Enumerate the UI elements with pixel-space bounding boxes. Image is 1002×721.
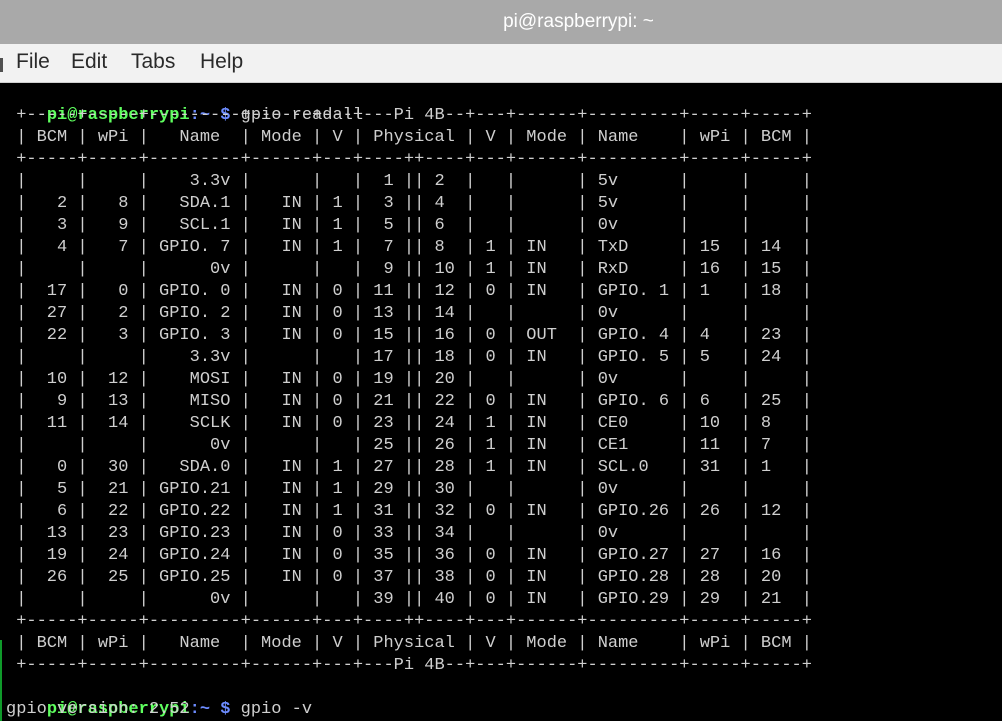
table-row: | | | 0v | | | 25 || 26 | 1 | IN | CE1 |… <box>6 436 812 455</box>
terminal-area[interactable]: pi@raspberrypi:~ $ gpio readall +-----+-… <box>0 83 1002 721</box>
table-row: | 5 | 21 | GPIO.21 | IN | 1 | 29 || 30 |… <box>6 480 812 499</box>
menu-item-tabs[interactable]: Tabs <box>131 48 175 76</box>
window-titlebar[interactable]: pi@raspberrypi: ~ <box>0 0 1002 44</box>
window-edge-mark <box>0 58 3 72</box>
prompt-path: :~ <box>189 700 211 719</box>
table-row: | 27 | 2 | GPIO. 2 | IN | 0 | 13 || 14 |… <box>6 304 812 323</box>
table-row: | 11 | 14 | SCLK | IN | 0 | 23 || 24 | 1… <box>6 414 812 433</box>
menu-item-edit[interactable]: Edit <box>71 48 107 76</box>
table-top-border: +-----+-----+---------+------+---+---Pi … <box>6 106 812 125</box>
prompt-symbol: $ <box>210 700 241 719</box>
table-row: | 2 | 8 | SDA.1 | IN | 1 | 3 || 4 | | | … <box>6 194 812 213</box>
prompt-line-1: pi@raspberrypi:~ $ gpio readall <box>6 83 363 125</box>
table-row: | 10 | 12 | MOSI | IN | 0 | 19 || 20 | |… <box>6 370 812 389</box>
table-header: | BCM | wPi | Name | Mode | V | Physical… <box>6 128 812 147</box>
table-separator: +-----+-----+---------+------+---+----++… <box>6 150 812 169</box>
menu-item-file[interactable]: File <box>16 48 50 76</box>
table-row: | 4 | 7 | GPIO. 7 | IN | 1 | 7 || 8 | 1 … <box>6 238 812 257</box>
table-row: | | | 3.3v | | | 1 || 2 | | | 5v | | | <box>6 172 812 191</box>
table-row: | 6 | 22 | GPIO.22 | IN | 1 | 31 || 32 |… <box>6 502 812 521</box>
menu-item-help[interactable]: Help <box>200 48 243 76</box>
table-separator: +-----+-----+---------+------+---+----++… <box>6 612 812 631</box>
table-row: | 13 | 23 | GPIO.23 | IN | 0 | 33 || 34 … <box>6 524 812 543</box>
table-row: | 9 | 13 | MISO | IN | 0 | 21 || 22 | 0 … <box>6 392 812 411</box>
prompt-line-2: pi@raspberrypi:~ $ gpio -v <box>6 677 312 719</box>
table-row: | 3 | 9 | SCL.1 | IN | 1 | 5 || 6 | | | … <box>6 216 812 235</box>
window-title: pi@raspberrypi: ~ <box>503 11 654 32</box>
menu-bar: File Edit Tabs Help <box>0 44 1002 83</box>
table-row: | 0 | 30 | SDA.0 | IN | 1 | 27 || 28 | 1… <box>6 458 812 477</box>
table-row: | | | 0v | | | 39 || 40 | 0 | IN | GPIO.… <box>6 590 812 609</box>
table-footer-header: | BCM | wPi | Name | Mode | V | Physical… <box>6 634 812 653</box>
command-text: gpio -v <box>240 700 313 719</box>
table-row: | 17 | 0 | GPIO. 0 | IN | 0 | 11 || 12 |… <box>6 282 812 301</box>
table-row: | | | 3.3v | | | 17 || 18 | 0 | IN | GPI… <box>6 348 812 367</box>
table-bottom-border: +-----+-----+---------+------+---+---Pi … <box>6 656 812 675</box>
table-row: | | | 0v | | | 9 || 10 | 1 | IN | RxD | … <box>6 260 812 279</box>
table-row: | 19 | 24 | GPIO.24 | IN | 0 | 35 || 36 … <box>6 546 812 565</box>
version-output: gpio version: 2.52 <box>6 700 190 719</box>
table-row: | 22 | 3 | GPIO. 3 | IN | 0 | 15 || 16 |… <box>6 326 812 345</box>
left-edge-strip <box>0 640 2 721</box>
table-row: | 26 | 25 | GPIO.25 | IN | 0 | 37 || 38 … <box>6 568 812 587</box>
